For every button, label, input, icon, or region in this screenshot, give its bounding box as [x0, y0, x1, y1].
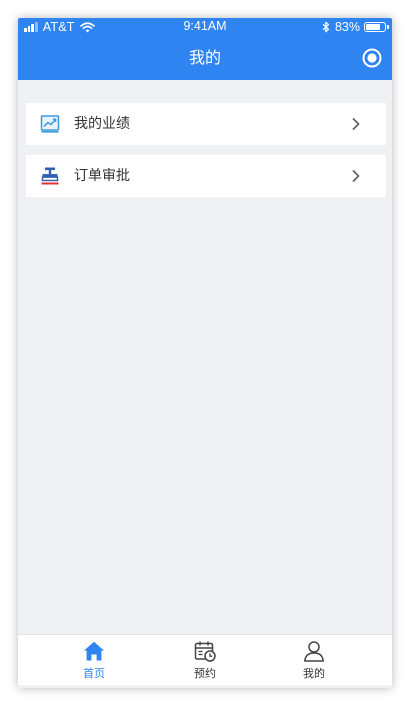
tab-label: 首页	[83, 667, 105, 680]
nav-bar: 我的	[18, 36, 392, 80]
menu-item-order-approval[interactable]: 订单审批	[26, 155, 386, 197]
tab-bar: 首页 预约 我的	[18, 634, 392, 685]
tab-mine[interactable]: 我的	[279, 635, 349, 685]
calendar-clock-icon	[194, 641, 216, 662]
home-icon	[84, 641, 104, 661]
battery-fill	[366, 24, 381, 30]
battery-icon	[364, 22, 389, 32]
status-bar: AT&T 9:41AM 83%	[18, 18, 392, 36]
page-title: 我的	[188, 48, 221, 67]
battery-percent: 83%	[334, 20, 360, 34]
performance-chart-icon	[40, 115, 60, 133]
tab-label: 我的	[303, 667, 325, 680]
menu-item-label: 订单审批	[74, 168, 130, 184]
menu-item-performance[interactable]: 我的业绩	[26, 103, 386, 145]
menu-item-label: 我的业绩	[74, 116, 130, 132]
record-button[interactable]	[361, 47, 383, 69]
phone-screen: AT&T 9:41AM 83% 我的 我的业绩 订单审批 首页 预约 我的	[18, 18, 392, 688]
user-icon	[304, 641, 324, 662]
stamp-icon	[41, 167, 59, 185]
chevron-right-icon	[352, 118, 360, 130]
status-right: 83%	[322, 19, 389, 35]
record-icon	[362, 48, 382, 68]
tab-label: 预约	[194, 667, 216, 680]
tab-home[interactable]: 首页	[59, 635, 129, 685]
chevron-right-icon	[352, 170, 360, 182]
tab-appointment[interactable]: 预约	[170, 635, 240, 685]
bluetooth-icon	[322, 21, 330, 33]
